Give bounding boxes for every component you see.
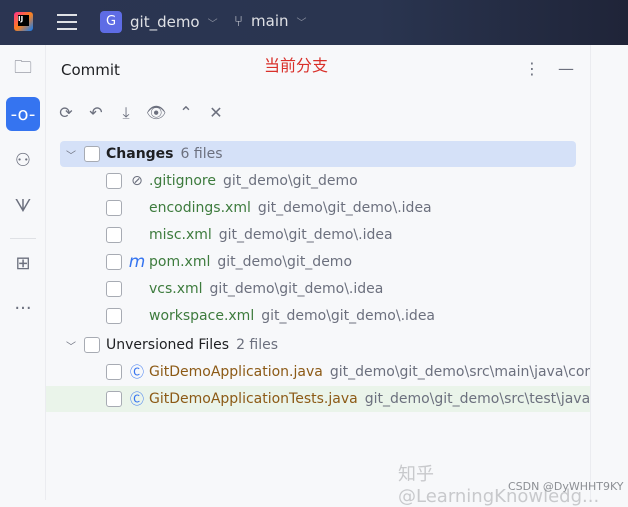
- gitlab-icon[interactable]: ᗐ: [6, 189, 40, 223]
- right-pane: [590, 45, 628, 500]
- project-badge: G: [100, 11, 122, 33]
- file-name: GitDemoApplicationTests.java: [149, 391, 358, 407]
- view-options-icon[interactable]: 👁: [146, 103, 166, 123]
- tool-window-strip: 🗀 -o- ⚇ ᗐ ⊞ ···: [0, 45, 46, 500]
- divider: [10, 238, 36, 239]
- chevron-down-icon[interactable]: ﹀: [66, 338, 76, 353]
- minimize-icon[interactable]: —: [558, 59, 574, 78]
- panel-title: Commit: [61, 61, 120, 79]
- file-row[interactable]: mpom.xml git_demo\git_demo: [106, 249, 590, 275]
- file-path: git_demo\git_demo\.idea: [261, 308, 435, 324]
- more-icon[interactable]: ···: [6, 291, 40, 325]
- checkbox[interactable]: [106, 200, 122, 216]
- java-class-icon: Ⓒ: [128, 362, 146, 382]
- commit-panel: Commit 当前分支 ⋮ — ⟳ ↶ ⤓ 👁 ⌃ ✕ ﹀ Changes 6 f…: [46, 45, 590, 500]
- group-label: Changes: [106, 146, 174, 162]
- chevron-down-icon: ﹀: [208, 15, 218, 30]
- main-menu-icon[interactable]: [57, 14, 77, 30]
- file-name: .gitignore: [149, 173, 216, 189]
- checkbox[interactable]: [106, 173, 122, 189]
- checkbox[interactable]: [84, 146, 100, 162]
- project-name: git_demo: [130, 13, 200, 31]
- file-row[interactable]: ⒸGitDemoApplication.java git_demo\git_dem…: [106, 359, 590, 385]
- refresh-icon[interactable]: ⟳: [56, 103, 76, 123]
- structure-icon[interactable]: ⊞: [6, 246, 40, 280]
- checkbox[interactable]: [84, 337, 100, 353]
- annotation-text: 当前分支: [264, 52, 328, 76]
- file-name: misc.xml: [149, 227, 212, 243]
- update-icon[interactable]: ⤓: [116, 103, 136, 123]
- chevron-down-icon: ﹀: [297, 14, 307, 29]
- pull-requests-icon[interactable]: ⚇: [6, 143, 40, 177]
- file-name: pom.xml: [149, 254, 210, 270]
- checkbox[interactable]: [106, 308, 122, 324]
- file-path: git_demo\git_demo\.idea: [210, 281, 384, 297]
- rollback-icon[interactable]: ↶: [86, 103, 106, 123]
- file-row[interactable]: workspace.xml git_demo\git_demo\.idea: [106, 303, 590, 329]
- file-path: git_demo\git_demo\src\test\java: [365, 391, 590, 407]
- file-path: git_demo\git_demo: [217, 254, 352, 270]
- checkbox[interactable]: [106, 254, 122, 270]
- file-path: git_demo\git_demo\src\main\java\com: [330, 364, 590, 380]
- group-label: Unversioned Files: [106, 337, 229, 353]
- file-name: workspace.xml: [149, 308, 254, 324]
- project-selector[interactable]: G git_demo ﹀: [100, 11, 218, 33]
- file-row[interactable]: misc.xml git_demo\git_demo\.idea: [106, 222, 590, 248]
- file-path: git_demo\git_demo\.idea: [219, 227, 393, 243]
- project-folder-icon[interactable]: 🗀: [6, 53, 40, 87]
- group-row-unversioned[interactable]: ﹀ Unversioned Files 2 files: [60, 332, 576, 358]
- commit-icon[interactable]: -o-: [6, 97, 40, 131]
- file-row[interactable]: encodings.xml git_demo\git_demo\.idea: [106, 195, 590, 221]
- expand-all-icon[interactable]: ⌃: [176, 103, 196, 123]
- file-name: vcs.xml: [149, 281, 203, 297]
- file-count: 6 files: [181, 146, 223, 162]
- options-icon[interactable]: ⋮: [524, 59, 540, 78]
- checkbox[interactable]: [106, 364, 122, 380]
- checkbox[interactable]: [106, 281, 122, 297]
- maven-icon: m: [128, 252, 146, 272]
- branch-icon: ⑂: [234, 12, 243, 30]
- file-count: 2 files: [236, 337, 278, 353]
- toolbar: ⟳ ↶ ⤓ 👁 ⌃ ✕: [56, 103, 226, 123]
- file-row[interactable]: vcs.xml git_demo\git_demo\.idea: [106, 276, 590, 302]
- java-class-icon: Ⓒ: [128, 389, 146, 409]
- group-row-changes[interactable]: ﹀ Changes 6 files: [60, 141, 576, 167]
- ignored-icon: ⊘: [128, 173, 146, 189]
- branch-selector[interactable]: ⑂ main ﹀: [234, 12, 307, 30]
- intellij-logo-icon[interactable]: IJ: [14, 12, 33, 31]
- file-name: encodings.xml: [149, 200, 251, 216]
- file-name: GitDemoApplication.java: [149, 364, 323, 380]
- file-row[interactable]: ⒸGitDemoApplicationTests.java git_demo\gi…: [46, 386, 590, 412]
- branch-name: main: [251, 12, 288, 30]
- file-path: git_demo\git_demo\.idea: [258, 200, 432, 216]
- chevron-down-icon[interactable]: ﹀: [66, 147, 76, 162]
- file-row[interactable]: ⊘.gitignore git_demo\git_demo: [106, 168, 590, 194]
- checkbox[interactable]: [106, 227, 122, 243]
- title-bar: IJ G git_demo ﹀ ⑂ main ﹀: [0, 0, 628, 45]
- checkbox[interactable]: [106, 391, 122, 407]
- collapse-all-icon[interactable]: ✕: [206, 103, 226, 123]
- file-path: git_demo\git_demo: [223, 173, 358, 189]
- watermark-csdn: CSDN @DyWHHT9KY: [508, 480, 624, 493]
